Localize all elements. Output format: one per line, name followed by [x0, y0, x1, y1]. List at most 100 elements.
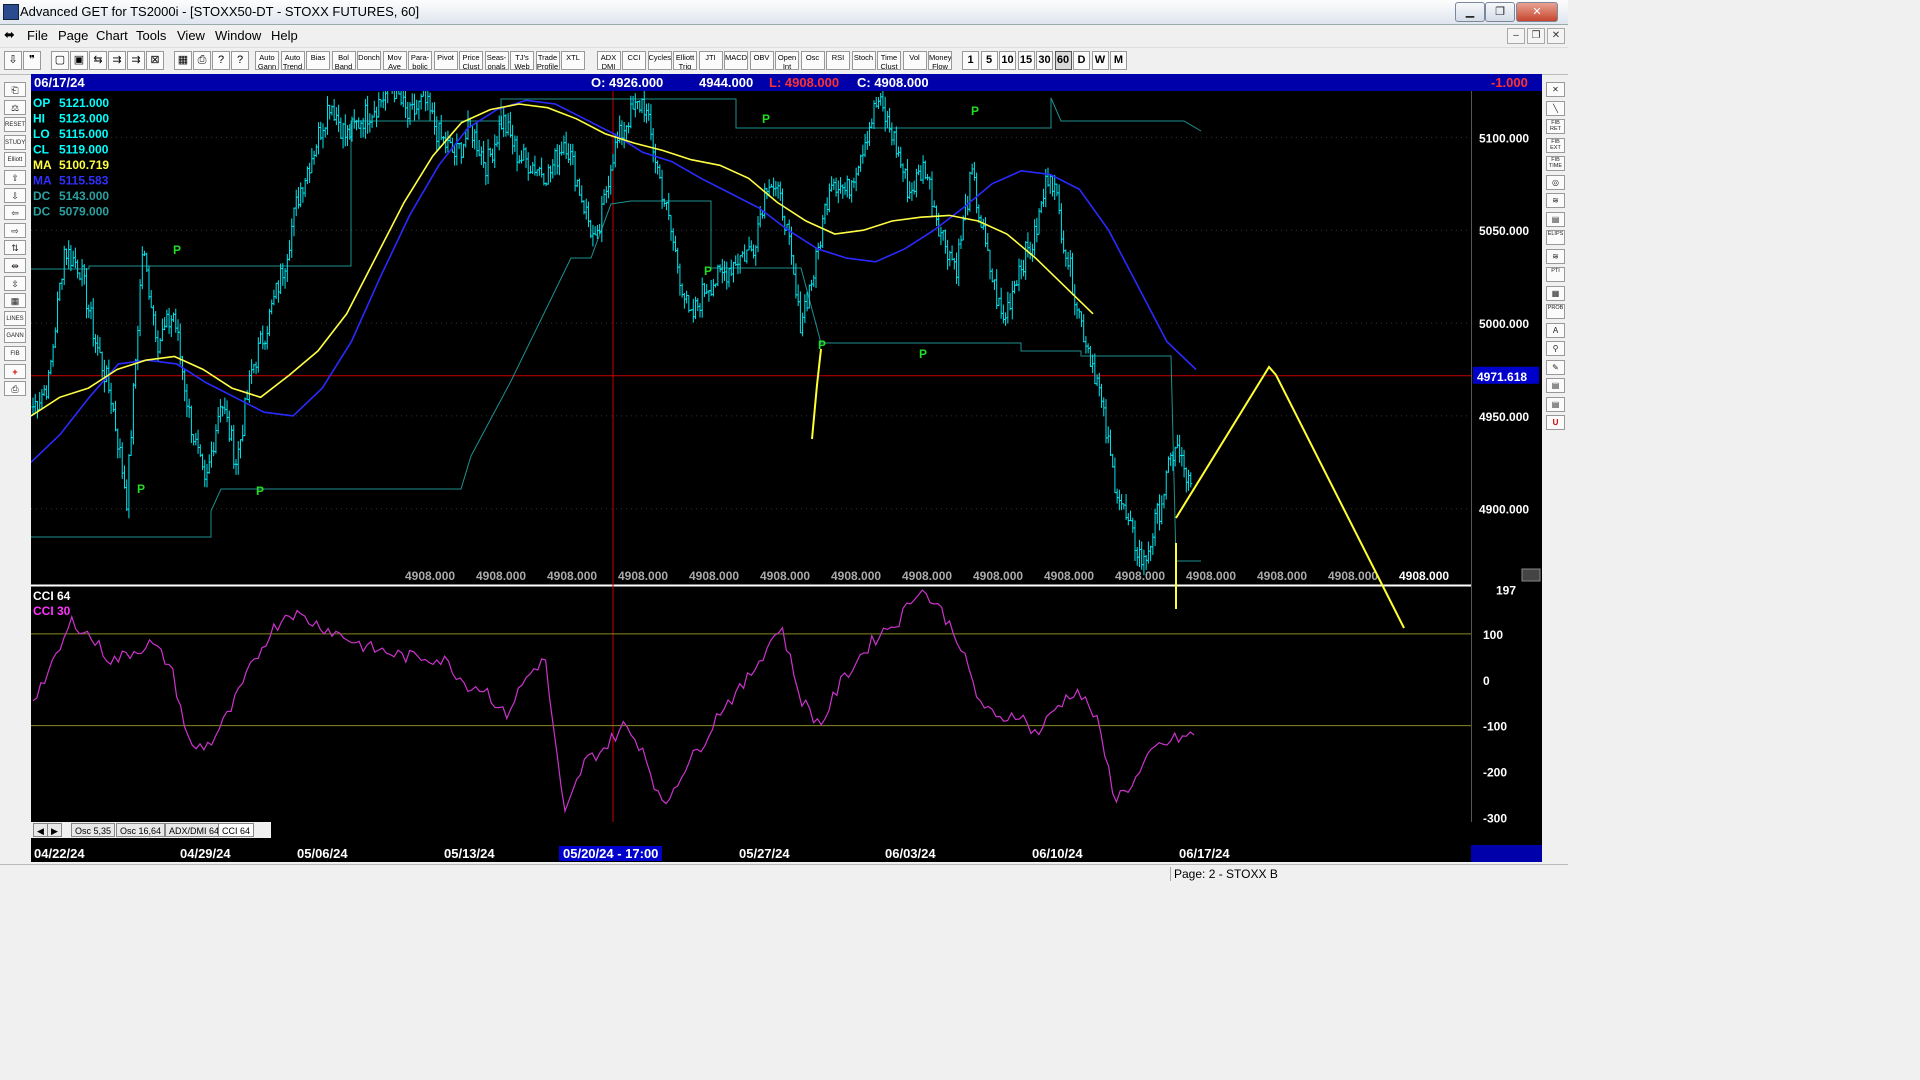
- right-tool-button[interactable]: ✎: [1546, 359, 1565, 375]
- right-tool-button[interactable]: ELIPS: [1546, 230, 1565, 245]
- menu-file[interactable]: File: [27, 28, 48, 43]
- interval-button[interactable]: 15: [1017, 51, 1035, 70]
- menu-view[interactable]: View: [177, 28, 205, 43]
- left-tool-button[interactable]: ⇹: [4, 258, 26, 273]
- right-tool-button[interactable]: ⚲: [1546, 341, 1565, 356]
- left-tool-button[interactable]: STUDY: [4, 134, 26, 150]
- close-button[interactable]: ✕: [1516, 2, 1558, 22]
- study-button[interactable]: Money Flow: [928, 51, 952, 70]
- mdi-minimize-button[interactable]: –: [1507, 28, 1525, 44]
- toolbar-icon-button[interactable]: ⇩: [4, 51, 22, 70]
- right-tool-button[interactable]: ✕: [1546, 82, 1565, 97]
- toolbar-icon-button[interactable]: ⇉: [127, 51, 145, 70]
- study-button[interactable]: Donch: [357, 51, 381, 70]
- right-tool-button[interactable]: A: [1546, 322, 1565, 338]
- restore-button[interactable]: ❐: [1485, 2, 1515, 22]
- study-button[interactable]: Time Clust: [877, 51, 901, 70]
- study-button[interactable]: Elliott Trig: [673, 51, 697, 70]
- mdi-close-button[interactable]: ✕: [1547, 28, 1565, 44]
- interval-button[interactable]: 1: [962, 51, 979, 70]
- left-tool-button[interactable]: ⚖: [4, 99, 26, 115]
- toolbar-icon-button[interactable]: ❞: [23, 51, 41, 70]
- menu-tools[interactable]: Tools: [136, 28, 166, 43]
- toolbar-icon-button[interactable]: ⇉: [108, 51, 126, 70]
- left-tool-button[interactable]: ⇳: [4, 275, 26, 291]
- left-tool-button[interactable]: GANN: [4, 328, 26, 344]
- study-button[interactable]: Seas- onals: [484, 51, 509, 70]
- price-chart[interactable]: 5100.000 5050.000 5000.000 4950.000 4900.000…: [31, 91, 1542, 845]
- study-button[interactable]: ADX DMI: [596, 51, 621, 70]
- oscillator-tab[interactable]: Osc 5,35: [71, 823, 116, 837]
- toolbar-icon-button[interactable]: ?: [231, 51, 249, 70]
- left-tool-button[interactable]: ▦: [4, 293, 26, 309]
- right-tool-button[interactable]: ▤: [1546, 378, 1565, 393]
- left-tool-button[interactable]: ⇅: [4, 240, 26, 256]
- study-button[interactable]: Open Int: [775, 51, 799, 70]
- left-tool-button[interactable]: ⇩: [4, 187, 26, 203]
- toolbar-icon-button[interactable]: ⎙: [193, 51, 211, 70]
- study-button[interactable]: Bol Band: [331, 51, 356, 70]
- minimize-button[interactable]: ▁: [1455, 2, 1485, 22]
- left-tool-button[interactable]: ⎙: [4, 381, 26, 397]
- study-button[interactable]: Mov Ave: [382, 51, 407, 70]
- study-button[interactable]: Trade Profile: [535, 51, 560, 70]
- toolbar-icon-button[interactable]: ▦: [174, 51, 192, 70]
- study-button[interactable]: Bias: [306, 51, 330, 70]
- left-tool-button[interactable]: ⎗: [4, 82, 26, 97]
- oscillator-tab[interactable]: ADX/DMI 64: [165, 823, 224, 837]
- right-tool-button[interactable]: FIB RET: [1546, 119, 1565, 134]
- right-tool-button[interactable]: ▦: [1546, 285, 1565, 301]
- interval-button[interactable]: 30: [1036, 51, 1053, 70]
- menu-window[interactable]: Window: [215, 28, 261, 43]
- toolbar-icon-button[interactable]: ⇆: [89, 51, 107, 70]
- menu-help[interactable]: Help: [271, 28, 298, 43]
- mdi-restore-button[interactable]: ❐: [1527, 28, 1545, 44]
- left-tool-button[interactable]: ⇨: [4, 222, 26, 238]
- interval-button[interactable]: D: [1073, 51, 1090, 70]
- study-button[interactable]: Pivot: [433, 51, 458, 70]
- oscillator-tab[interactable]: CCI 64: [218, 823, 255, 837]
- right-tool-button[interactable]: PROB: [1546, 304, 1565, 319]
- date-axis-scroll[interactable]: [1471, 845, 1542, 862]
- study-button[interactable]: Para- bolic: [408, 51, 432, 70]
- study-button[interactable]: CCI: [622, 51, 646, 70]
- left-tool-button[interactable]: LINES: [4, 310, 26, 326]
- left-tool-button[interactable]: ⇧: [4, 170, 26, 185]
- study-button[interactable]: Auto Trend: [280, 51, 305, 70]
- right-tool-button[interactable]: PTI: [1546, 267, 1565, 282]
- study-button[interactable]: MACD: [724, 51, 748, 70]
- study-button[interactable]: Auto Gann: [255, 51, 279, 70]
- left-tool-button[interactable]: Elliott: [4, 152, 26, 168]
- study-button[interactable]: Cycles: [647, 51, 672, 70]
- interval-button[interactable]: 5: [980, 51, 998, 70]
- oscillator-tab[interactable]: Osc 16,64: [116, 823, 166, 837]
- toolbar-icon-button[interactable]: ⊠: [146, 51, 164, 70]
- left-tool-button[interactable]: RESET: [4, 117, 26, 133]
- left-tool-button[interactable]: FIB: [4, 346, 26, 361]
- mdi-doc-icon[interactable]: ⬌: [4, 27, 15, 43]
- menu-chart[interactable]: Chart: [96, 28, 128, 43]
- right-tool-button[interactable]: ▤: [1546, 211, 1565, 227]
- study-button[interactable]: Osc: [800, 51, 825, 70]
- right-tool-button[interactable]: ≋: [1546, 248, 1565, 264]
- study-button[interactable]: RSI: [826, 51, 850, 70]
- tab-scroll-button[interactable]: ◀: [33, 823, 48, 837]
- interval-button[interactable]: W: [1091, 51, 1109, 70]
- right-tool-button[interactable]: ▤: [1546, 396, 1565, 412]
- right-tool-button[interactable]: ◎: [1546, 174, 1565, 190]
- right-tool-button[interactable]: U: [1546, 415, 1565, 430]
- interval-button[interactable]: 10: [999, 51, 1016, 70]
- study-button[interactable]: Vol: [902, 51, 927, 70]
- right-tool-button[interactable]: ≋: [1546, 193, 1565, 208]
- toolbar-icon-button[interactable]: ▢: [51, 51, 69, 70]
- study-button[interactable]: JTI: [698, 51, 723, 70]
- right-tool-button[interactable]: FIB EXT: [1546, 137, 1565, 153]
- toolbar-icon-button[interactable]: ▣: [70, 51, 88, 70]
- study-button[interactable]: TJ's Web: [510, 51, 534, 70]
- toolbar-icon-button[interactable]: ?: [212, 51, 230, 70]
- left-tool-button[interactable]: ⇦: [4, 205, 26, 221]
- interval-button[interactable]: 60: [1054, 51, 1072, 70]
- right-tool-button[interactable]: ╲: [1546, 100, 1565, 116]
- study-button[interactable]: Stoch: [851, 51, 876, 70]
- interval-button[interactable]: M: [1110, 51, 1127, 70]
